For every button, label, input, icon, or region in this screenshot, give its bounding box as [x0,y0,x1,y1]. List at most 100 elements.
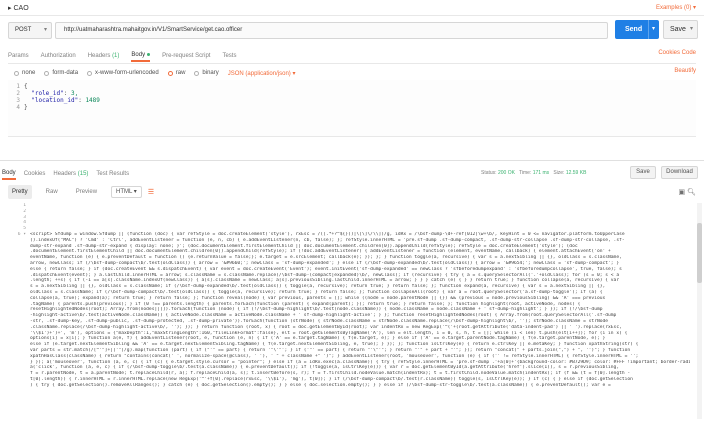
radio-form-data-label: form-data [52,70,79,76]
view-pretty[interactable]: Pretty [8,185,32,199]
json-key: "location_id" [31,97,79,104]
code-text: ) { try { doc.getSelection().removeAllRa… [30,382,611,388]
time-value: 171 ms [532,170,550,176]
response-tab-headers[interactable]: Headers (15) [53,169,88,179]
radio-circle-icon [194,70,200,76]
code-text: .length; ++s) { if (-1 == a[s].className… [30,278,620,284]
json-key: "role_id" [31,90,64,97]
beautify-link[interactable]: Beautify [674,68,696,74]
view-raw[interactable]: Raw [42,185,62,199]
radio-urlencoded[interactable]: x-www-form-urlencoded [87,70,159,76]
json-value: 1489 [85,97,100,104]
tab-headers[interactable]: Headers (1) [88,51,120,61]
download-button[interactable]: Download [661,166,698,179]
response-tab-body[interactable]: Body [2,168,16,180]
examples-dropdown[interactable]: Examples (0) ▾ [656,4,696,11]
status-label: Status: [481,170,497,176]
wrap-lines-icon[interactable]: ☰ [148,188,154,196]
line-number: 3 [16,97,20,104]
radio-urlencoded-label: x-www-form-urlencoded [95,70,159,76]
code-text: .tagName) { parents.push(previous); } if… [30,301,581,307]
tab-body[interactable]: Body [131,50,151,62]
code-text: options[i] = x[i]; } function a(e, f) { … [30,336,606,342]
line-number: 6 ▾ [17,231,26,237]
save-response-button[interactable]: Save [630,166,656,179]
response-tab-cookies[interactable]: Cookies [24,169,46,179]
status-value: 200 OK [497,170,515,176]
response-body[interactable]: 123456 ▾ <script> Sfdump = window.Sfdump … [8,203,690,419]
code-text: dump-str-expand .sf-dump-str-expand { di… [30,243,578,249]
editor-line: 1{ [8,83,696,90]
editor-line: 4} [8,104,696,111]
vertical-scrollbar[interactable] [697,203,702,419]
tab-tests[interactable]: Tests [222,51,236,61]
tab-body-label: Body [131,52,146,58]
copy-search-icons[interactable]: ▣ 🔍︎ [679,188,696,196]
request-body-editor[interactable]: 1{ 2 "role_id": 3, 3 "location_id": 1489… [8,80,696,137]
body-mode-radios: none form-data x-www-form-urlencoded raw… [14,68,295,78]
tab-prerequest-script[interactable]: Pre-request Script [162,51,210,61]
radio-circle-icon [87,70,93,76]
radio-binary[interactable]: binary [194,70,219,76]
save-label: Save [670,26,686,33]
code-text: else if (e.target.nextElementSibling && … [30,342,639,348]
top-bar: ▸ CAO Examples (0) ▾ [0,0,704,16]
format-select[interactable]: HTML ▾ [111,186,142,198]
request-tabs: Params Authorization Headers (1) Body Pr… [8,49,248,63]
code-text: resetHighlightedNodes(root); Array.from(… [30,307,603,313]
send-label: Send [625,26,643,33]
code-text: arrow, newClass; if (/\bsf-dump-compact\… [30,260,620,266]
response-headers-count: (15) [77,171,89,177]
size-label: Size: [553,170,565,176]
pane-divider[interactable] [0,160,704,161]
response-tab-headers-label: Headers [53,171,77,177]
code-text: .documentElement.firstElementChild || do… [30,249,611,255]
url-input[interactable]: http://uatmaharashtra.mahaitgov.in/V1/Sm… [55,22,608,39]
tab-authorization[interactable]: Authorization [41,51,76,61]
radio-form-data[interactable]: form-data [44,70,78,76]
breadcrumb[interactable]: ▸ CAO [8,4,29,12]
line-number: 4 [16,104,20,111]
view-preview[interactable]: Preview [72,185,101,199]
radio-raw[interactable]: raw [167,70,186,76]
chevron-down-icon: ▾ [43,27,47,33]
cookies-code-links[interactable]: Cookies Code [658,50,696,56]
editor-line: 3 "location_id": 1489 [8,97,696,104]
code-text: s = a.nextSibling || {}, oldClass = s.cl… [30,284,606,290]
time-label: Time: [519,170,532,176]
radio-raw-label: raw [175,70,186,76]
response-tab-test-results[interactable]: Test Results [96,169,129,179]
editor-line: 2 "role_id": 3, [8,90,696,97]
divider [8,63,696,64]
tab-headers-label: Headers [87,53,111,59]
radio-none[interactable]: none [14,70,35,76]
code-text: var parts = str.match(/[^'"]+|['"]/g).ma… [30,347,631,353]
save-options-chevron-icon[interactable]: ▾ [690,21,693,38]
code-text: '\\$1')+')+', 'm'), options = {"maxDepth… [30,330,628,336]
radio-circle-icon [14,70,19,76]
active-dot-icon [147,52,151,56]
save-button[interactable]: Save ▾ [663,20,698,39]
code-text: -str, .sf-dump-key, .sf-dump-public, .sf… [30,318,609,324]
code-text: f = r.parentNode, t = a.parentNode; t.re… [30,371,631,377]
collection-title: CAO [13,5,29,12]
send-button[interactable]: Send ▾ [615,20,659,39]
code-text: .className.replace(/\bsf-dump-highlight-… [30,324,622,330]
collapse-caret-icon[interactable]: ▸ [8,5,12,12]
code-text: a('click', function (a, e, c) { if (/\bs… [30,365,620,371]
radio-none-label: none [22,70,36,76]
code-text: eventName, function (e) { e.preventDefau… [30,255,622,261]
line-text: } [24,104,28,111]
code-text: xpathHasClass(className) { return "conta… [30,353,639,359]
content-type-select[interactable]: JSON (application/json) ▾ [228,70,296,77]
method-select[interactable]: POST ▾ [8,22,52,39]
scrollbar-thumb[interactable] [697,223,702,283]
response-view-bar: Pretty Raw Preview HTML ▾ ☰ [8,185,154,199]
code-text: else { return false; } if (doc.createEve… [30,266,622,272]
headers-count: (1) [112,53,120,59]
code-text: <script> Sfdump = window.Sfdump || (func… [30,231,625,237]
response-tabs: Body Cookies Headers (15) Test Results [0,168,137,180]
tab-params[interactable]: Params [8,51,29,61]
send-options-chevron-icon[interactable]: ▾ [647,20,655,39]
json-value: 3, [70,90,79,97]
